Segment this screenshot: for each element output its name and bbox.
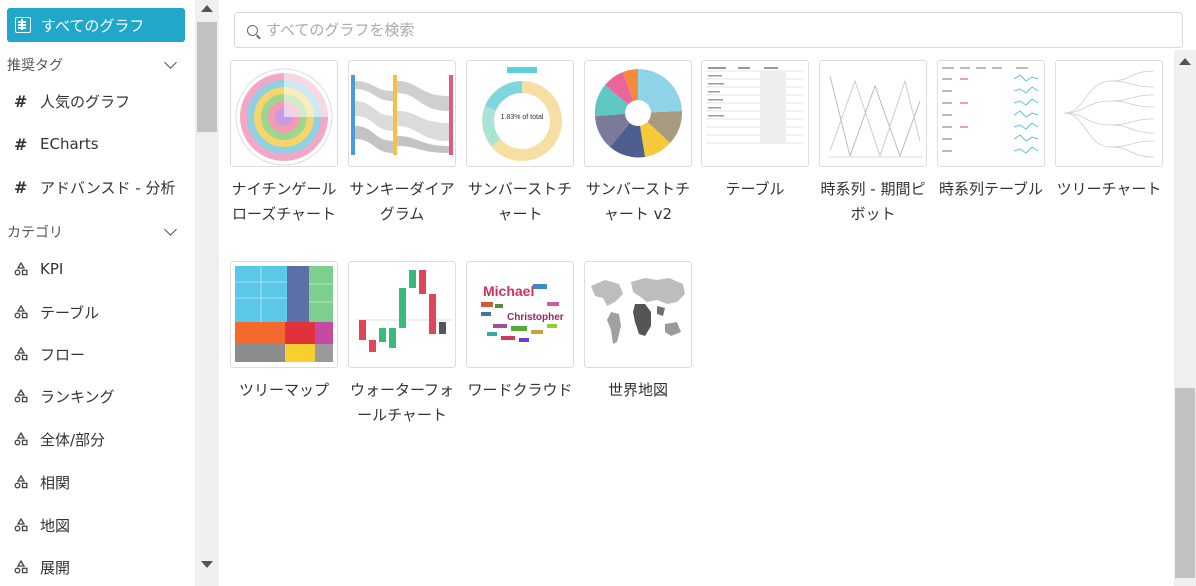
treemap-thumbnail xyxy=(230,261,338,368)
sidebar-item-label: テーブル xyxy=(40,303,100,322)
chevron-down-icon xyxy=(164,56,177,69)
sidebar-scroll-thumb[interactable] xyxy=(197,22,217,132)
chart-card-sankey[interactable]: サンキーダイアグラム xyxy=(348,60,456,227)
sidebar: すべてのグラフ 推奨タグ # 人気のグラフ # ECharts # アドバンスド… xyxy=(0,0,195,586)
word-cloud-word: Christopher xyxy=(507,312,564,323)
sidebar-item-map[interactable]: 地図 xyxy=(14,510,70,540)
shapes-icon xyxy=(14,305,28,319)
sidebar-item-echarts[interactable]: # ECharts xyxy=(14,129,99,159)
chart-card-time-pivot[interactable]: 時系列 - 期間ピボット xyxy=(819,60,927,227)
sidebar-item-label: KPI xyxy=(40,260,64,278)
sidebar-item-table[interactable]: テーブル xyxy=(14,297,99,327)
chart-card-label: サンバーストチャート xyxy=(467,180,573,223)
sidebar-item-label: アドバンスド - 分析 xyxy=(40,178,176,197)
sidebar-item-label: 全体/部分 xyxy=(40,430,106,449)
time-pivot-thumbnail xyxy=(819,60,927,167)
chevron-down-icon xyxy=(164,223,177,236)
categories-header[interactable]: カテゴリ xyxy=(7,221,185,243)
sidebar-item-label: 相関 xyxy=(40,473,71,492)
sidebar-item-part-of-whole[interactable]: 全体/部分 xyxy=(14,424,105,454)
chart-card-label: ツリーマップ xyxy=(238,381,329,399)
time-series-table-thumbnail xyxy=(937,60,1045,167)
shapes-icon xyxy=(14,560,28,574)
sidebar-item-ranking[interactable]: ランキング xyxy=(14,381,115,411)
sidebar-item-evolution[interactable]: 展開 xyxy=(14,552,70,582)
hash-icon: # xyxy=(14,91,28,111)
all-charts-label: すべてのグラフ xyxy=(41,16,145,35)
scroll-down-arrow-icon[interactable] xyxy=(201,561,213,568)
chart-card-label: サンキーダイアグラム xyxy=(349,180,455,223)
chart-card-label: 世界地図 xyxy=(607,381,668,399)
sidebar-item-label: ECharts xyxy=(40,135,99,153)
shapes-icon xyxy=(14,389,28,403)
search-icon xyxy=(247,24,258,36)
sidebar-item-label: 人気のグラフ xyxy=(40,92,131,111)
scroll-up-arrow-icon[interactable] xyxy=(1179,58,1191,65)
nightingale-rose-thumbnail xyxy=(230,60,338,167)
chart-card-label: 時系列 - 期間ピボット xyxy=(820,180,926,223)
sidebar-item-label: 展開 xyxy=(40,558,71,577)
chart-card-sunburst-v2[interactable]: サンバーストチャート v2 xyxy=(584,60,692,227)
shapes-icon xyxy=(14,432,28,446)
hash-icon: # xyxy=(14,134,28,154)
scroll-up-arrow-icon[interactable] xyxy=(201,5,213,12)
main-scroll-thumb[interactable] xyxy=(1175,388,1195,578)
sunburst-center-text: 1.83% of total xyxy=(501,114,544,121)
recommended-tags-header[interactable]: 推奨タグ xyxy=(7,54,185,76)
word-cloud-thumbnail: Michael Christopher xyxy=(466,261,574,368)
chart-card-time-series-table[interactable]: 時系列テーブル xyxy=(937,60,1045,202)
main-panel: ナイチンゲールローズチャート サンキーダイアグラム xyxy=(219,0,1183,586)
shapes-icon xyxy=(14,262,28,276)
main-scrollbar[interactable] xyxy=(1174,50,1196,586)
chart-card-table[interactable]: テーブル xyxy=(701,60,809,202)
sidebar-item-label: フロー xyxy=(40,345,86,364)
sidebar-item-flow[interactable]: フロー xyxy=(14,339,85,369)
chart-card-label: 時系列テーブル xyxy=(938,180,1044,198)
chart-card-world-map[interactable]: 世界地図 xyxy=(584,261,692,403)
world-map-thumbnail xyxy=(584,261,692,368)
sidebar-item-label: ランキング xyxy=(40,387,115,406)
chart-card-label: ナイチンゲールローズチャート xyxy=(231,180,337,223)
chart-card-word-cloud[interactable]: Michael Christopher ワードクラウド xyxy=(466,261,574,403)
chart-card-tree[interactable]: ツリーチャート xyxy=(1055,60,1163,202)
search-box[interactable] xyxy=(234,12,1183,48)
shapes-icon xyxy=(14,347,28,361)
waterfall-thumbnail xyxy=(348,261,456,368)
search-input[interactable] xyxy=(266,21,1066,39)
sunburst-thumbnail: 1.83% of total xyxy=(466,60,574,167)
chart-card-sunburst[interactable]: 1.83% of total サンバーストチャート xyxy=(466,60,574,227)
recommended-tags-title: 推奨タグ xyxy=(7,58,63,74)
chart-card-label: サンバーストチャート v2 xyxy=(585,180,691,223)
sidebar-item-popular[interactable]: # 人気のグラフ xyxy=(14,86,130,116)
sidebar-item-kpi[interactable]: KPI xyxy=(14,254,63,284)
sidebar-item-correlation[interactable]: 相関 xyxy=(14,467,70,497)
sidebar-item-advanced[interactable]: # アドバンスド - 分析 xyxy=(14,172,175,202)
categories-title: カテゴリ xyxy=(7,225,63,241)
sunburst-v2-thumbnail xyxy=(584,60,692,167)
chart-card-waterfall[interactable]: ウォーターフォールチャート xyxy=(348,261,456,428)
all-charts-button[interactable]: すべてのグラフ xyxy=(7,8,185,42)
chart-card-label: ウォーターフォールチャート xyxy=(349,381,455,424)
sidebar-item-label: 地図 xyxy=(40,516,71,535)
table-thumbnail xyxy=(701,60,809,167)
chart-card-label: ワードクラウド xyxy=(467,381,573,399)
sankey-thumbnail xyxy=(348,60,456,167)
chart-card-nightingale[interactable]: ナイチンゲールローズチャート xyxy=(230,60,338,227)
list-icon xyxy=(15,17,31,33)
shapes-icon xyxy=(14,518,28,532)
word-cloud-word: Michael xyxy=(483,283,534,299)
tree-chart-thumbnail xyxy=(1055,60,1163,167)
chart-card-treemap[interactable]: ツリーマップ xyxy=(230,261,338,403)
chart-card-label: テーブル xyxy=(725,180,785,198)
chart-card-label: ツリーチャート xyxy=(1056,180,1162,198)
chart-gallery: すべてのグラフ 推奨タグ # 人気のグラフ # ECharts # アドバンスド… xyxy=(0,0,1196,586)
sidebar-scrollbar[interactable] xyxy=(195,0,219,586)
hash-icon: # xyxy=(14,177,28,197)
shapes-icon xyxy=(14,475,28,489)
